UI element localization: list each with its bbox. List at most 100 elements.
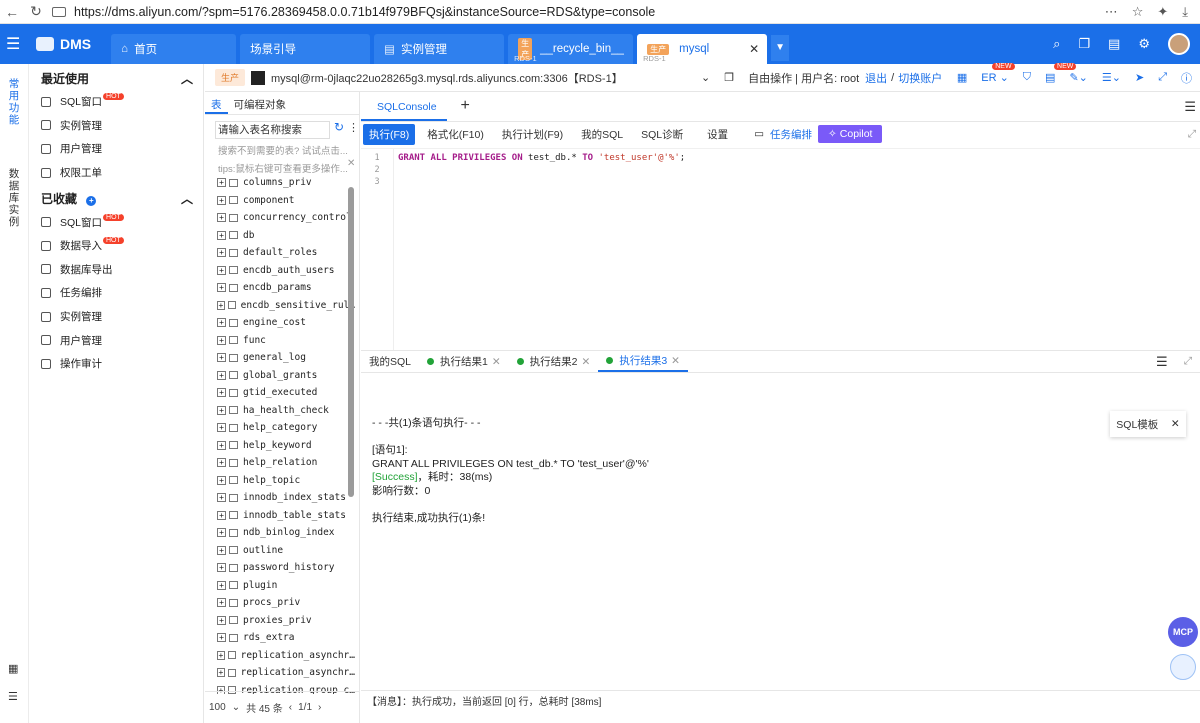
table-row[interactable]: + proxies_priv (205, 612, 355, 630)
er-button[interactable]: ER NEW ⌄ (981, 63, 1015, 84)
tab-result-1[interactable]: 执行结果1 ✕ (419, 354, 509, 369)
tab-recycle-bin[interactable]: 生产 __recycle_bin__ RDS-1 (508, 34, 634, 64)
add-favorite-icon[interactable]: + (86, 195, 97, 206)
sql-template-button[interactable]: SQL模板 ✕ (1110, 411, 1186, 437)
grid-icon[interactable]: ▦ (8, 662, 18, 675)
bookmark-star-icon[interactable]: ☆ (1132, 4, 1144, 20)
my-sql-button[interactable]: 我的SQL (575, 124, 629, 145)
chevron-down-icon[interactable]: ⌄ (701, 71, 710, 84)
close-tips-icon[interactable]: ✕ (347, 158, 355, 169)
nav-item[interactable]: 任务编排 (29, 281, 203, 305)
task-orchestration-link[interactable]: 任务编排 (770, 127, 812, 142)
rail-common-functions[interactable]: 常用功能 (8, 78, 20, 126)
chevron-up-icon[interactable]: ︿ (181, 70, 193, 87)
tab-instance-manage[interactable]: ▤ 实例管理 (374, 34, 505, 64)
sql-diagnose-button[interactable]: SQL诊断 (635, 124, 689, 145)
close-icon[interactable]: ✕ (492, 356, 501, 368)
prev-page-icon[interactable]: ‹ (289, 702, 292, 713)
shield-icon[interactable]: ⛉ (1023, 71, 1031, 84)
notes-icon[interactable]: ▤ (1108, 36, 1120, 52)
tab-sqlconsole[interactable]: SQLConsole (361, 101, 447, 121)
next-page-icon[interactable]: › (318, 702, 321, 713)
nav-item[interactable]: 操作审计 (29, 352, 203, 376)
expand-icon[interactable]: + (217, 668, 225, 678)
close-icon[interactable]: ✕ (582, 356, 591, 368)
table-row[interactable]: + procs_priv (205, 594, 355, 612)
expand-icon[interactable]: + (217, 178, 226, 188)
table-row[interactable]: + password_history (205, 559, 355, 577)
nav-item[interactable]: SQL窗口 HOT (29, 90, 203, 114)
more-options-icon[interactable]: ⋮ (348, 121, 359, 134)
table-row[interactable]: + encdb_sensitive_rul… (205, 297, 355, 315)
expand-icon[interactable]: + (217, 528, 226, 538)
doc-icon[interactable]: ▤ NEW (1045, 63, 1077, 84)
expand-icon[interactable]: + (217, 405, 226, 415)
expand-icon[interactable]: + (217, 388, 226, 398)
table-row[interactable]: + plugin (205, 577, 355, 595)
run-button[interactable]: 执行(F8) (363, 123, 416, 145)
edit-icon[interactable]: ✎⌄ (1069, 71, 1087, 84)
tab-result-3[interactable]: 执行结果3 ✕ (598, 352, 688, 372)
nav-item[interactable]: SQL窗口 HOT (29, 210, 203, 234)
expand-icon[interactable]: + (217, 440, 226, 450)
table-row[interactable]: + innodb_table_stats (205, 507, 355, 525)
table-row[interactable]: + help_category (205, 419, 355, 437)
back-icon[interactable]: ← (0, 4, 24, 20)
nav-item[interactable]: 数据导入 HOT (29, 234, 203, 258)
expand-icon[interactable]: ⤢ (1188, 128, 1196, 141)
expand-icon[interactable]: + (217, 283, 226, 293)
expand-icon[interactable]: + (217, 265, 226, 275)
scrollbar[interactable] (348, 187, 354, 497)
table-row[interactable]: + general_log (205, 349, 355, 367)
settings-icon[interactable]: ⚙ (1138, 36, 1150, 52)
explain-button[interactable]: 执行计划(F9) (496, 124, 569, 145)
chevron-up-icon[interactable]: ︿ (181, 190, 193, 207)
logout-link[interactable]: 退出 (865, 70, 887, 86)
list-icon[interactable]: ☰⌄ (1102, 71, 1121, 84)
table-row[interactable]: + encdb_auth_users (205, 262, 355, 280)
reload-icon[interactable]: ↻ (24, 3, 48, 20)
table-row[interactable]: + rds_extra (205, 629, 355, 647)
expand-icon[interactable]: + (217, 353, 226, 363)
close-tab-icon[interactable]: ✕ (749, 42, 759, 56)
download-icon[interactable]: ⤓ (1182, 4, 1188, 20)
expand-icon[interactable]: + (217, 248, 226, 258)
table-row[interactable]: + ha_health_check (205, 402, 355, 420)
search-hint[interactable]: 搜索不到需要的表? 试试点击... (205, 139, 359, 157)
site-info-icon[interactable] (52, 6, 66, 17)
expand-icon[interactable]: + (217, 370, 226, 380)
expand-icon[interactable]: + (217, 335, 226, 345)
settings-button[interactable]: 设置 (701, 124, 734, 145)
table-row[interactable]: + replication_asynchr… (205, 647, 355, 665)
expand-icon[interactable]: + (217, 195, 226, 205)
expand-icon[interactable]: + (217, 598, 226, 608)
table-row[interactable]: + gtid_executed (205, 384, 355, 402)
table-row[interactable]: + concurrency_control (205, 209, 355, 227)
nav-item[interactable]: 实例管理 (29, 114, 203, 138)
expand-icon[interactable]: + (217, 545, 226, 555)
expand-icon[interactable]: + (217, 563, 226, 573)
chevron-down-icon[interactable]: ⌄ (232, 702, 240, 713)
tab-result-2[interactable]: 执行结果2 ✕ (509, 354, 599, 369)
expand-icon[interactable]: + (217, 230, 226, 240)
fullscreen-icon[interactable]: ⤢ (1158, 71, 1167, 84)
table-row[interactable]: + component (205, 192, 355, 210)
switch-account-link[interactable]: 切换账户 (898, 70, 942, 86)
expand-icon[interactable]: + (217, 213, 226, 223)
table-row[interactable]: + global_grants (205, 367, 355, 385)
table-icon[interactable]: ▦ (957, 71, 967, 84)
hamburger-menu-icon[interactable]: ☰ (6, 34, 28, 54)
tab-programmable[interactable]: 可编程对象 (228, 92, 293, 114)
extensions-icon[interactable]: ✦ (1157, 4, 1168, 20)
expand-icon[interactable]: + (217, 458, 226, 468)
connection-selector[interactable]: mysql@rm-0jlaqc22uo28265g3.mysql.rds.ali… (271, 70, 701, 86)
table-search-input[interactable]: 请输入表名称搜索 (215, 121, 330, 139)
table-row[interactable]: + db (205, 227, 355, 245)
close-icon[interactable]: ✕ (1171, 418, 1180, 430)
table-row[interactable]: + help_relation (205, 454, 355, 472)
page-size-select[interactable]: 100 (209, 702, 226, 713)
nav-item[interactable]: 实例管理 (29, 305, 203, 329)
tab-my-sql[interactable]: 我的SQL (361, 354, 419, 369)
table-row[interactable]: + func (205, 332, 355, 350)
table-row[interactable]: + columns_priv (205, 174, 355, 192)
